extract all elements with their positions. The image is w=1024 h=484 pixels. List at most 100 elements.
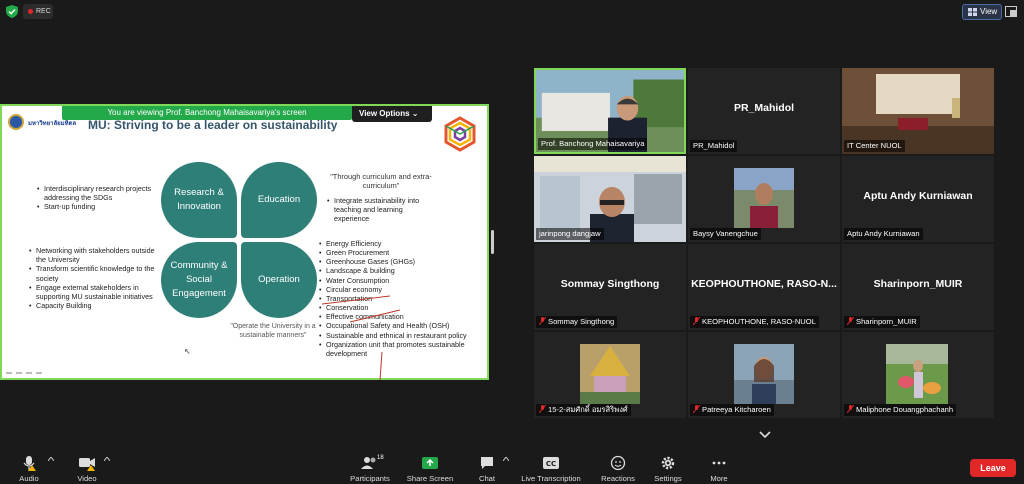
video-options-caret-icon[interactable] [104,457,110,461]
gear-icon [661,456,675,470]
petal-label: Education [257,194,301,206]
participant-tile[interactable]: jarinpong dangjaw [534,156,686,242]
participant-tile[interactable]: Sharinporn_MUIR Sharinporn_MUIR [842,244,994,330]
participant-name-label: Aptu Andy Kurniawan [844,228,923,240]
annotation-pen-marks [321,295,401,381]
operation-quote: "Operate the University in a sustainable… [230,323,316,339]
bullet-item: Landscape & building [318,266,490,275]
bullet-item: Capacity Building [28,301,156,310]
participants-label: Participants [350,474,390,483]
participants-button[interactable]: 18 Participants [345,455,395,483]
chat-label: Chat [478,474,496,483]
participant-name-label: Prof. Banchong Mahaisavariya [538,138,648,150]
participant-tile[interactable]: Maliphone Douangphachanh [842,332,994,418]
exit-fullscreen-icon[interactable] [1005,6,1017,17]
participant-big-name: Sommay Singthong [560,278,660,290]
participant-tile[interactable]: PR_Mahidol PR_Mahidol [688,68,840,154]
shield-icon[interactable] [6,5,18,18]
participant-name: Sharinporn_MUIR [856,317,917,326]
education-bullets: Integrate sustainability into teaching a… [326,196,430,224]
participant-tile[interactable]: Sommay Singthong Sommay Singthong [534,244,686,330]
bullet-item: Transform scientific knowledge to the so… [28,264,156,282]
participants-count-badge: 18 [377,455,384,461]
research-bullets: Interdisciplinary research projects addr… [36,184,154,212]
more-button[interactable]: More [704,455,734,483]
bullet-item: Green Procurement [318,248,490,257]
share-screen-button[interactable]: Share Screen [404,455,456,483]
chat-options-caret-icon[interactable] [503,457,509,461]
petal-label: Research & Innovation [174,187,224,212]
chat-button[interactable]: Chat [472,455,502,483]
viewing-banner: You are viewing Prof. Banchong Mahaisava… [62,106,352,120]
chevron-down-icon: ⌄ [411,109,419,118]
participant-tile[interactable]: Prof. Banchong Mahaisavariya [534,68,686,154]
bullet-item: Interdisciplinary research projects addr… [36,184,154,202]
bullet-item: Engage external stakeholders in supporti… [28,283,156,301]
muted-mic-icon [539,317,546,325]
petal-education: Education [241,162,317,238]
view-button[interactable]: View [962,4,1002,20]
bullet-item: Energy Efficiency [318,239,490,248]
share-screen-icon [422,457,438,469]
participant-name: IT Center NUOL [847,141,902,150]
reactions-button[interactable]: Reactions [598,455,638,483]
muted-mic-icon [847,405,854,413]
muted-mic-icon [693,317,700,325]
participant-name-label: Sharinporn_MUIR [844,316,920,328]
record-dot-icon [28,9,33,14]
more-label: More [710,474,728,483]
settings-button[interactable]: Settings [651,455,685,483]
audio-label: Audio [19,474,39,483]
petal-label: Operation [258,274,300,286]
leave-button[interactable]: Leave [970,459,1016,477]
settings-label: Settings [654,474,682,483]
audio-button[interactable]: Audio [14,455,44,483]
share-screen-label: Share Screen [406,474,454,483]
participant-name: Maliphone Douangphachanh [856,405,954,414]
recording-indicator[interactable]: REC [23,4,53,19]
shared-screen[interactable]: มหาวิทยาลัยมหิดล MU: Striving to be a le… [0,104,490,381]
gallery-grid-icon [968,8,977,16]
participant-name-label: Maliphone Douangphachanh [844,404,957,416]
top-bar: REC View [0,0,1024,24]
slide-title: MU: Striving to be a leader on sustainab… [88,118,338,132]
live-transcription-button[interactable]: CC Live Transcription [518,455,584,483]
video-button[interactable]: Video [72,455,102,483]
bullet-item: Integrate sustainability into teaching a… [326,196,430,224]
participant-tile[interactable]: KEOPHOUTHONE, RASO-N... KEOPHOUTHONE, RA… [688,244,840,330]
participant-name-label: IT Center NUOL [844,140,905,152]
education-quote: "Through curriculum and extra-curriculum… [330,172,432,191]
participant-tile[interactable]: Aptu Andy Kurniawan Aptu Andy Kurniawan [842,156,994,242]
participant-name: Baysy Vanengchue [693,229,758,238]
mouse-cursor-icon: ↖ [184,347,191,356]
view-label: View [980,7,998,16]
video-label: Video [77,474,97,483]
view-options-button[interactable]: View Options ⌄ [352,106,432,122]
participant-big-name: PR_Mahidol [733,102,795,114]
petal-community-social-engagement: Community & Social Engagement [161,242,237,318]
participant-name-label: PR_Mahidol [690,140,738,152]
participant-name: PR_Mahidol [693,141,735,150]
audio-options-caret-icon[interactable] [48,457,54,461]
sustainability-hexagon-icon [444,116,476,152]
participant-big-name: KEOPHOUTHONE, RASO-N... [691,278,837,290]
participant-name: KEOPHOUTHONE, RASO-NUOL [702,317,816,326]
participant-tile[interactable]: 15-2-สมศักดิ์ อมรสิริพงศ์ [534,332,686,418]
participant-tile[interactable]: Patreeya Kitcharoen [688,332,840,418]
split-resize-handle[interactable] [491,230,494,254]
participant-name-label: Sommay Singthong [536,316,618,328]
participant-name: Patreeya Kitcharoen [702,405,771,414]
participant-name: Sommay Singthong [548,317,615,326]
community-bullets: Networking with stakeholders outside the… [28,246,156,311]
participant-tile[interactable]: Baysy Vanengchue [688,156,840,242]
chevron-down-icon[interactable] [758,430,772,440]
muted-mic-icon [693,405,700,413]
participant-tile[interactable]: IT Center NUOL [842,68,994,154]
more-dots-icon [712,461,726,465]
participant-name: Prof. Banchong Mahaisavariya [541,139,645,148]
video-camera-icon [79,458,95,471]
petal-operation: Operation [241,242,317,318]
rec-label: REC [36,8,51,15]
participant-big-name: Aptu Andy Kurniawan [863,190,973,202]
closed-caption-icon: CC [543,457,559,469]
